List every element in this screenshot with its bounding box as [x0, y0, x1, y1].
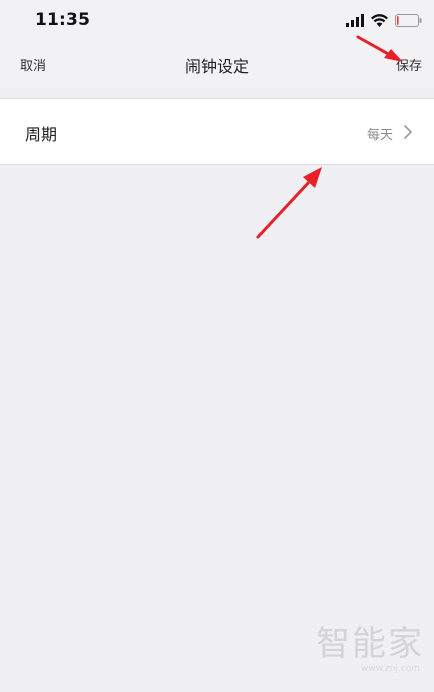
- period-value: 每天: [366, 128, 393, 143]
- battery-icon: [395, 13, 422, 27]
- status-time: 11:35: [35, 10, 91, 30]
- arrow-to-period-row: [256, 167, 322, 239]
- watermark-logo: 智能家: [316, 624, 424, 664]
- page-title: 闹钟设定: [184, 57, 249, 76]
- chevron-right-icon: [404, 125, 412, 139]
- period-label: 周期: [25, 125, 58, 144]
- signal-icon: [346, 13, 364, 27]
- nav-bar: 取消 闹钟设定 保存: [0, 40, 434, 88]
- status-bar: 11:35: [0, 0, 434, 40]
- watermark: 智能家 www.znj.com: [316, 625, 424, 674]
- status-icons: [346, 12, 422, 28]
- watermark-url: www.znj.com: [360, 664, 420, 674]
- save-button[interactable]: 保存: [396, 55, 422, 74]
- wifi-icon: [371, 13, 388, 27]
- period-setting-row[interactable]: 周期 每天: [0, 98, 434, 165]
